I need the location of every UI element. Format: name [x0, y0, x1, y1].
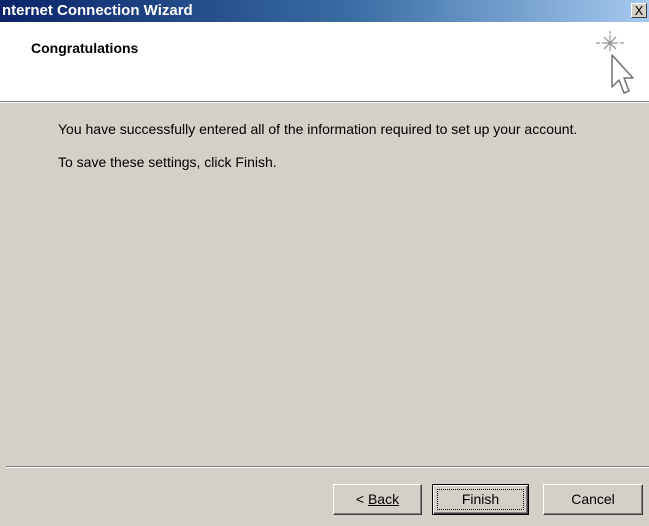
back-button[interactable]: < Back [333, 484, 422, 515]
window-title: nternet Connection Wizard [2, 2, 193, 19]
success-message: You have successfully entered all of the… [58, 121, 578, 137]
instruction-message: To save these settings, click Finish. [58, 154, 277, 170]
wizard-header: Congratulations [0, 22, 649, 101]
back-arrow-icon: < [355, 491, 365, 507]
title-bar[interactable]: nternet Connection Wizard X [0, 0, 649, 22]
cancel-button[interactable]: Cancel [543, 484, 643, 515]
footer-divider [6, 466, 649, 468]
finish-button-label: Finish [461, 491, 500, 507]
wizard-cursor-sparkle-icon [596, 31, 634, 94]
wizard-window: nternet Connection Wizard X Congratulati… [0, 0, 649, 526]
page-title: Congratulations [31, 40, 139, 56]
cancel-button-label: Cancel [571, 491, 615, 507]
finish-button[interactable]: Finish [432, 484, 529, 515]
close-button[interactable]: X [631, 3, 647, 18]
header-divider [0, 101, 649, 103]
back-button-label: Back [367, 491, 400, 507]
